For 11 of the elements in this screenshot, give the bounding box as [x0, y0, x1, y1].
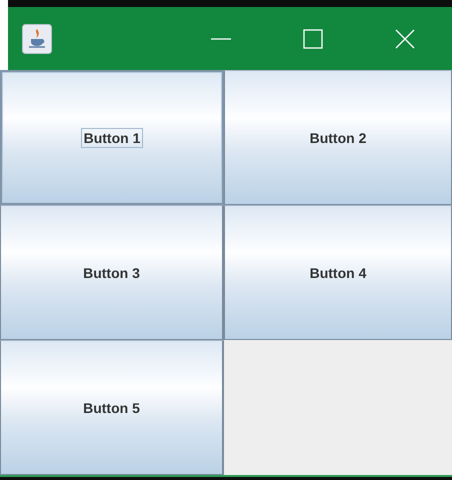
close-button[interactable] [395, 28, 415, 48]
minimize-icon [211, 38, 231, 40]
coffee-cup-icon [22, 24, 52, 54]
push-button[interactable]: Button 4 [224, 205, 452, 340]
maximize-button[interactable] [303, 28, 323, 48]
push-button[interactable]: Button 1 [0, 70, 224, 205]
maximize-icon [303, 28, 323, 48]
push-button[interactable]: Button 5 [0, 340, 224, 475]
close-icon [395, 28, 415, 48]
push-button[interactable]: Button 2 [224, 70, 452, 205]
push-button[interactable]: Button 3 [0, 205, 224, 340]
